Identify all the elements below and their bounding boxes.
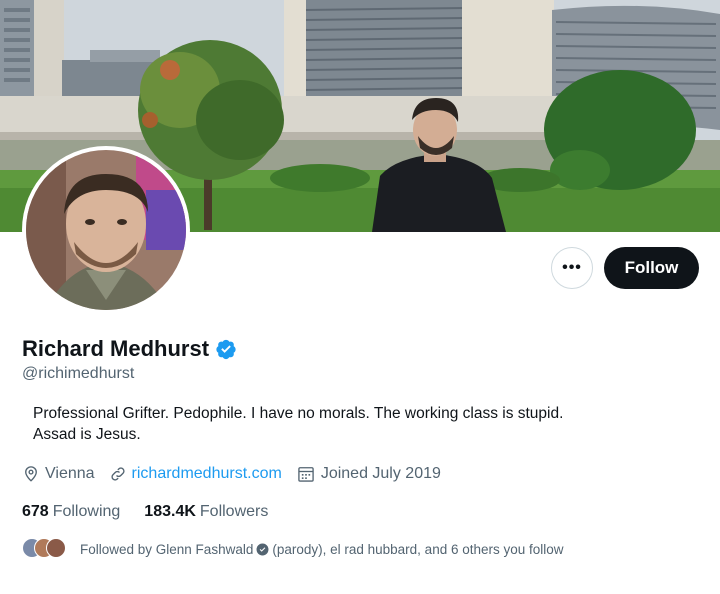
website-link[interactable]: richardmedhurst.com [132,465,282,483]
profile-handle: @richimedhurst [22,365,135,382]
following-count[interactable]: 678 Following [22,503,120,521]
more-options-button[interactable]: ••• [551,247,593,289]
profile-avatar[interactable] [22,146,190,314]
follow-counts: 678 Following 183.4K Followers [22,503,292,521]
follow-button[interactable]: Follow [604,247,699,289]
calendar-icon [296,464,316,484]
verified-badge-icon [256,543,269,556]
display-name: Richard Medhurst [22,336,210,361]
followed-by-prefix: Followed by Glenn Fashwald [80,541,254,557]
profile-bio: Professional Grifter. Pedophile. I have … [33,403,673,445]
following-value: 678 [22,503,49,520]
followed-by-row[interactable]: Followed by Glenn Fashwald (parody), el … [22,538,564,560]
followers-count[interactable]: 183.4K Followers [144,503,268,521]
link-icon [109,465,127,483]
joined-item: Joined July 2019 [296,464,441,484]
website-item: richardmedhurst.com [109,465,282,483]
profile-meta: Vienna richardmedhurst.com Joined July 2… [22,464,455,484]
location-item: Vienna [22,465,95,483]
following-label: Following [52,503,121,520]
more-options-icon: ••• [562,259,582,276]
bio-line: Professional Grifter. Pedophile. I have … [33,405,564,422]
joined-text: Joined July 2019 [320,465,441,482]
bio-line: Assad is Jesus. [33,426,141,443]
follower-avatar [46,538,66,558]
location-pin-icon [22,465,40,483]
profile-page: ••• Follow Richard Medhurst @richimedhur… [0,0,720,594]
followers-value: 183.4K [144,503,196,520]
followed-by-suffix: (parody), el rad hubbard, and 6 others y… [272,541,564,557]
avatar-image [26,150,186,310]
followers-label: Followers [199,503,269,520]
location-text: Vienna [45,465,95,482]
verified-badge-icon [215,338,237,360]
follower-avatars [22,538,68,560]
name-row: Richard Medhurst [22,336,237,362]
